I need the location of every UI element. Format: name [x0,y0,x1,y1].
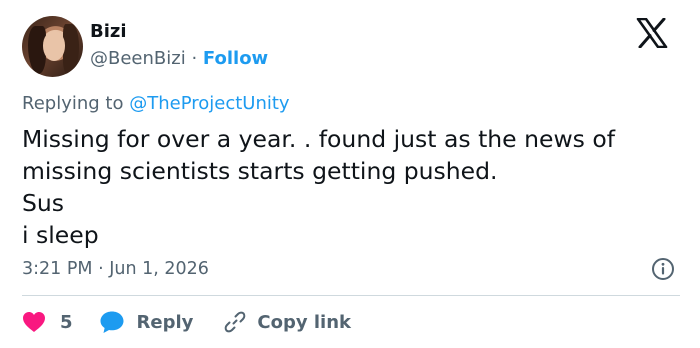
tweet-timestamp[interactable]: 3:21 PM · Jun 1, 2026 [22,257,209,281]
heart-icon [23,312,45,332]
replying-to-mention[interactable]: @TheProjectUnity [129,93,289,114]
avatar[interactable] [22,16,83,77]
reply-bubble-icon [100,311,124,333]
like-button[interactable]: 5 [22,311,73,333]
reply-label: Reply [136,311,194,333]
tweet-text: Missing for over a year. . found just as… [22,125,616,249]
author-handle[interactable]: @BeenBizi [90,48,186,69]
action-bar: 5 Reply Copy link [22,306,351,338]
link-icon [225,311,246,333]
replying-to: Replying to @TheProjectUnity [22,92,290,116]
avatar-hair-right [63,24,79,74]
avatar-face [43,31,65,61]
info-icon[interactable] [651,257,675,281]
reply-button[interactable]: Reply [99,310,194,334]
replying-to-prefix: Replying to [22,93,124,114]
divider [22,295,680,296]
separator-dot: · [191,48,198,69]
like-count: 5 [60,311,73,333]
author-handle-row: @BeenBizi · Follow [90,47,268,71]
follow-button[interactable]: Follow [203,48,268,69]
author-name[interactable]: Bizi [90,20,127,44]
x-logo-icon[interactable] [636,18,668,48]
copy-link-label: Copy link [257,311,351,333]
copy-link-button[interactable]: Copy link [223,310,351,334]
